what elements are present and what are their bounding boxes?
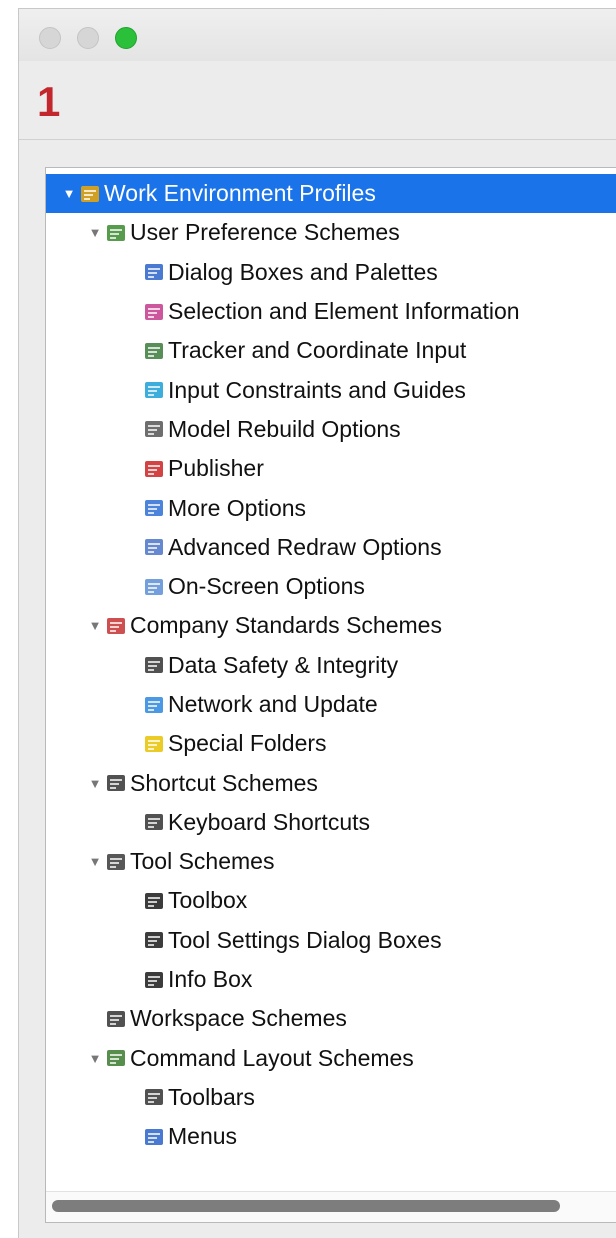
tree-item-label: Tracker and Coordinate Input	[168, 337, 467, 364]
tree-item-label: Data Safety & Integrity	[168, 651, 399, 678]
selection-icon	[142, 301, 166, 323]
tree-item-label: Info Box	[168, 966, 253, 993]
tree-item[interactable]: ▼ Shortcut Schemes	[46, 763, 616, 802]
tree-item[interactable]: Special Folders	[46, 724, 616, 763]
tree-item-label: Advanced Redraw Options	[168, 533, 442, 560]
profiles-tree-panel: ▼ Work Environment Profiles ▼ User Preferen…	[45, 167, 616, 1223]
tree-item-label: Dialog Boxes and Palettes	[168, 258, 438, 285]
tool-settings-icon	[142, 929, 166, 951]
redraw-icon	[142, 536, 166, 558]
separator	[19, 139, 616, 140]
tree-item[interactable]: Tool Settings Dialog Boxes	[46, 921, 616, 960]
scrollbar-thumb[interactable]	[52, 1200, 560, 1212]
tree-item[interactable]: Workspace Schemes	[46, 999, 616, 1038]
tree-item-label: Shortcut Schemes	[130, 769, 318, 796]
minimize-window-button[interactable]	[77, 27, 99, 49]
profiles-tree: ▼ Work Environment Profiles ▼ User Preferen…	[46, 174, 616, 1156]
tree-item-label: More Options	[168, 494, 307, 521]
tree-item[interactable]: Dialog Boxes and Palettes	[46, 253, 616, 292]
title-bar	[19, 9, 616, 61]
tree-item-label: Workspace Schemes	[130, 1005, 347, 1032]
tree-item[interactable]: Publisher	[46, 449, 616, 488]
tree-item[interactable]: Network and Update	[46, 685, 616, 724]
shortcut-schemes-icon	[104, 772, 128, 794]
tree-item-label: Publisher	[168, 455, 264, 482]
publisher-icon	[142, 458, 166, 480]
tree-item-label: Selection and Element Information	[168, 298, 520, 325]
tree-item-label: On-Screen Options	[168, 573, 365, 600]
disclosure-triangle-icon[interactable]: ▼	[62, 184, 76, 204]
tree-item-label: Toolbars	[168, 1083, 255, 1110]
info-box-icon	[142, 969, 166, 991]
company-schemes-icon	[104, 615, 128, 637]
more-options-icon	[142, 497, 166, 519]
zoom-window-button[interactable]	[115, 27, 137, 49]
tree-item[interactable]: ▼ Work Environment Profiles	[46, 174, 616, 214]
tree-item-label: Command Layout Schemes	[130, 1044, 414, 1071]
toolbars-icon	[142, 1086, 166, 1108]
tree-item[interactable]: ▼ Company Standards Schemes	[46, 606, 616, 645]
tree-item-label: Work Environment Profiles	[104, 180, 376, 207]
tree-item[interactable]: Info Box	[46, 960, 616, 999]
keyboard-shortcut-icon	[142, 811, 166, 833]
disclosure-triangle-icon[interactable]: ▼	[88, 1048, 102, 1068]
toolbox-icon	[142, 890, 166, 912]
preferences-window: 1 ▼ Work Environment Profiles ▼ User Prefer…	[18, 8, 616, 1238]
tree-item-label: Tool Settings Dialog Boxes	[168, 926, 442, 953]
tree-item[interactable]: More Options	[46, 488, 616, 527]
tracker-icon	[142, 340, 166, 362]
tree-item[interactable]: ▼ Tool Schemes	[46, 842, 616, 881]
step-number-label: 1	[37, 78, 61, 125]
dialog-boxes-icon	[142, 261, 166, 283]
menus-icon	[142, 1126, 166, 1148]
tree-item[interactable]: Menus	[46, 1117, 616, 1156]
network-icon	[142, 694, 166, 716]
tree-item-label: Toolbox	[168, 887, 248, 914]
tree-item[interactable]: Toolbox	[46, 881, 616, 920]
disclosure-triangle-icon[interactable]: ▼	[88, 616, 102, 636]
tree-item[interactable]: On-Screen Options	[46, 567, 616, 606]
tree-item[interactable]: Keyboard Shortcuts	[46, 803, 616, 842]
on-screen-icon	[142, 576, 166, 598]
disclosure-triangle-icon[interactable]: ▼	[88, 852, 102, 872]
model-rebuild-icon	[142, 418, 166, 440]
disclosure-triangle-icon[interactable]: ▼	[88, 223, 102, 243]
command-layout-icon	[104, 1047, 128, 1069]
tree-item[interactable]: Selection and Element Information	[46, 292, 616, 331]
tree-item-label: Input Constraints and Guides	[168, 376, 466, 403]
tree-item-label: User Preference Schemes	[130, 219, 400, 246]
close-window-button[interactable]	[39, 27, 61, 49]
folders-icon	[142, 733, 166, 755]
tool-schemes-icon	[104, 851, 128, 873]
data-safety-icon	[142, 654, 166, 676]
tree-item[interactable]: ▼ Command Layout Schemes	[46, 1039, 616, 1078]
profiles-icon	[78, 183, 102, 205]
tree-item-label: Company Standards Schemes	[130, 612, 442, 639]
tree-item-label: Menus	[168, 1123, 238, 1150]
tree-item-label: Keyboard Shortcuts	[168, 808, 371, 835]
tree-item[interactable]: Data Safety & Integrity	[46, 646, 616, 685]
horizontal-scrollbar[interactable]	[46, 1191, 616, 1222]
tree-item[interactable]: Model Rebuild Options	[46, 410, 616, 449]
tree-item-label: Tool Schemes	[130, 848, 275, 875]
tree-item[interactable]: Advanced Redraw Options	[46, 528, 616, 567]
tree-item[interactable]: Tracker and Coordinate Input	[46, 331, 616, 370]
tree-item[interactable]: Input Constraints and Guides	[46, 370, 616, 409]
tree-item[interactable]: Toolbars	[46, 1078, 616, 1117]
constraints-icon	[142, 379, 166, 401]
workspace-schemes-icon	[104, 1008, 128, 1030]
tree-item-label: Network and Update	[168, 691, 378, 717]
tree-item[interactable]: ▼ User Preference Schemes	[46, 213, 616, 252]
tree-item-label: Special Folders	[168, 730, 327, 757]
disclosure-triangle-icon[interactable]: ▼	[88, 773, 102, 793]
tree-item-label: Model Rebuild Options	[168, 415, 401, 442]
user-schemes-icon	[104, 222, 128, 244]
